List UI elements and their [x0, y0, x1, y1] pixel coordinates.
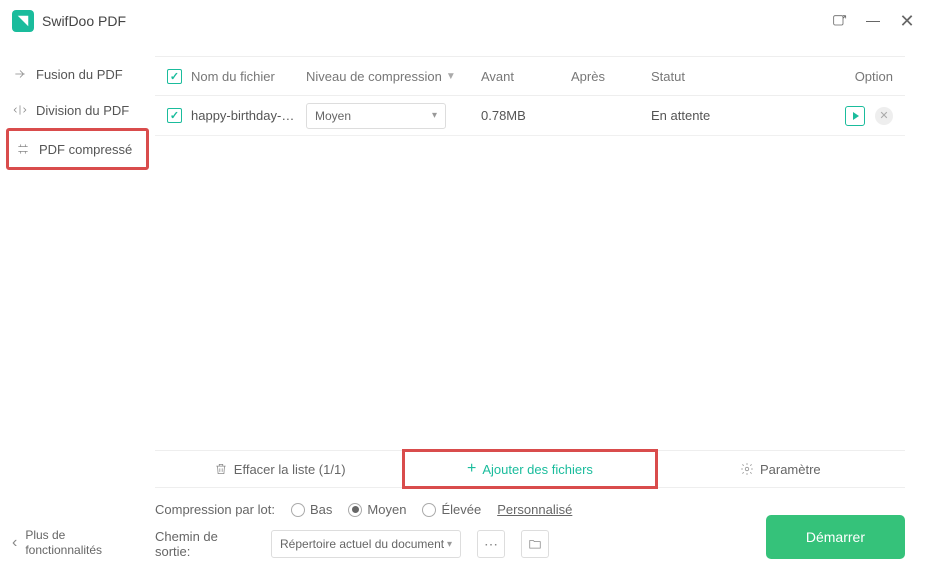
app-logo-icon — [12, 10, 34, 32]
plus-icon: + — [467, 460, 476, 478]
start-button[interactable]: Démarrer — [766, 515, 905, 559]
sidebar-more-features[interactable]: ‹ Plus de fonctionnalités — [0, 510, 155, 577]
row-checkbox[interactable] — [167, 108, 182, 123]
split-icon — [12, 102, 28, 118]
custom-link[interactable]: Personnalisé — [497, 502, 572, 517]
run-button[interactable] — [845, 106, 865, 126]
sidebar-item-compress[interactable]: PDF compressé — [9, 131, 146, 167]
sort-arrow-icon: ▼ — [446, 71, 456, 82]
chevron-down-icon: ▾ — [432, 110, 437, 121]
col-header-name[interactable]: Nom du fichier — [191, 69, 306, 84]
output-path-select[interactable]: Répertoire actuel du document ▾ — [271, 530, 461, 558]
sidebar-highlight: PDF compressé — [6, 128, 149, 170]
col-header-level[interactable]: Niveau de compression▼ — [306, 69, 481, 84]
compression-level-select[interactable]: Moyen ▾ — [306, 103, 446, 129]
trash-icon — [214, 462, 228, 476]
sidebar-item-merge[interactable]: Fusion du PDF — [0, 56, 155, 92]
chevron-down-icon: ▾ — [447, 539, 452, 550]
row-status: En attente — [651, 108, 813, 123]
sidebar-item-label: Division du PDF — [36, 103, 129, 118]
col-header-before[interactable]: Avant — [481, 69, 571, 84]
chevron-left-icon: ‹ — [12, 534, 17, 552]
clear-list-button[interactable]: Effacer la liste (1/1) — [155, 451, 404, 487]
browse-folder-button[interactable] — [521, 530, 549, 558]
remove-button[interactable]: ✕ — [875, 107, 893, 125]
radio-low[interactable]: Bas — [291, 502, 332, 517]
output-path-label: Chemin de sortie: — [155, 529, 255, 559]
table-header: Nom du fichier Niveau de compression▼ Av… — [155, 56, 905, 96]
col-header-option: Option — [813, 69, 893, 84]
merge-icon — [12, 66, 28, 82]
action-bar: Effacer la liste (1/1) + Ajouter des fic… — [155, 450, 905, 488]
minimize-icon[interactable] — [865, 13, 881, 29]
sidebar: Fusion du PDF Division du PDF PDF compre… — [0, 42, 155, 577]
add-files-button[interactable]: + Ajouter des fichiers — [402, 449, 657, 489]
titlebar: SwifDoo PDF ✕ — [0, 0, 925, 42]
more-options-button[interactable]: ⋯ — [477, 530, 505, 558]
size-before: 0.78MB — [481, 108, 571, 123]
gear-icon — [740, 462, 754, 476]
file-name: happy-birthday-c... — [191, 108, 296, 123]
share-icon[interactable] — [831, 13, 847, 29]
app-title: SwifDoo PDF — [42, 13, 126, 29]
col-header-after[interactable]: Après — [571, 69, 651, 84]
bottom-panel: Compression par lot: Bas Moyen Élevée Pe… — [155, 488, 905, 577]
batch-compression-label: Compression par lot: — [155, 502, 275, 517]
settings-button[interactable]: Paramètre — [656, 451, 905, 487]
sidebar-item-split[interactable]: Division du PDF — [0, 92, 155, 128]
more-features-label: Plus de fonctionnalités — [25, 528, 102, 559]
radio-medium[interactable]: Moyen — [348, 502, 406, 517]
sidebar-item-label: PDF compressé — [39, 142, 132, 157]
close-icon[interactable]: ✕ — [899, 13, 915, 29]
select-all-checkbox[interactable] — [167, 69, 182, 84]
compress-icon — [15, 141, 31, 157]
main-panel: Nom du fichier Niveau de compression▼ Av… — [155, 42, 925, 577]
sidebar-item-label: Fusion du PDF — [36, 67, 123, 82]
col-header-status[interactable]: Statut — [651, 69, 813, 84]
table-row[interactable]: happy-birthday-c... Moyen ▾ 0.78MB En at… — [155, 96, 905, 136]
radio-high[interactable]: Élevée — [422, 502, 481, 517]
